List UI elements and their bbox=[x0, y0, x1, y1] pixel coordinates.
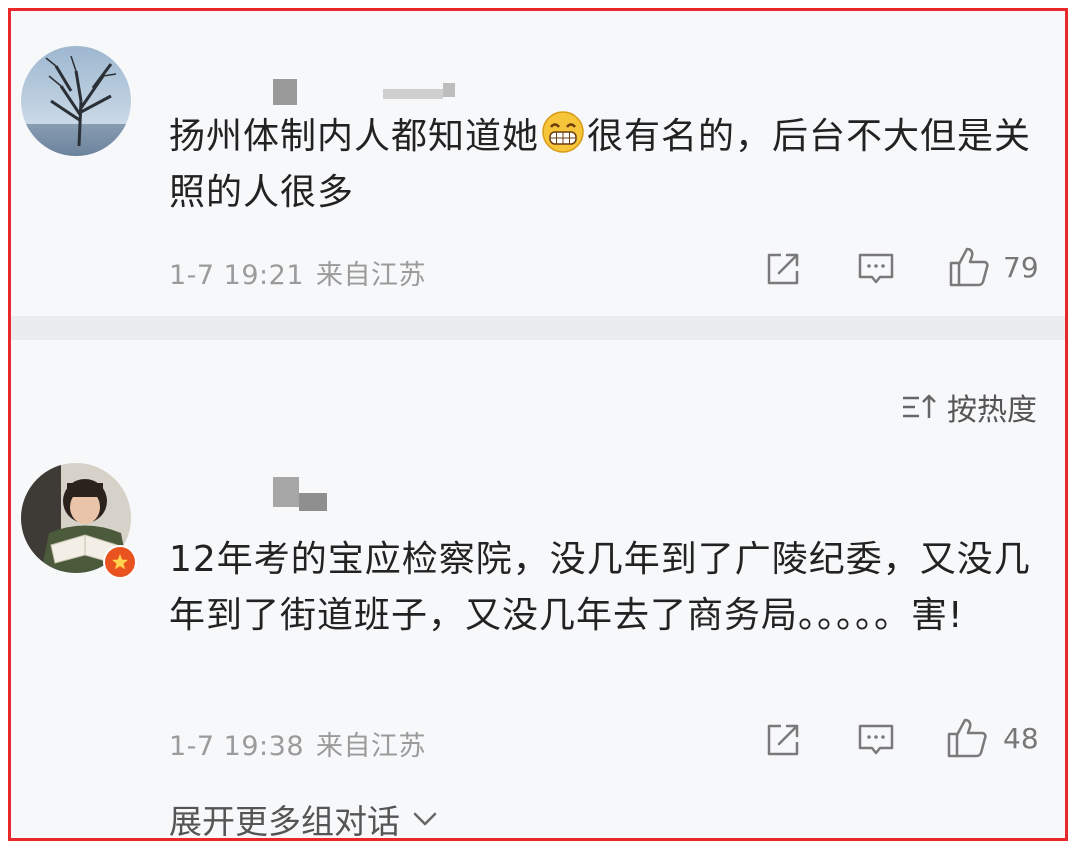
highlight-frame: 扬州体制内人都知道她 很有名的，后台不大但是关照的人很多 1-7 19:21 来自… bbox=[8, 8, 1068, 841]
username-redacted bbox=[273, 79, 473, 105]
comment-text: 12年考的宝应检察院，没几年到了广陵纪委，又没几年到了街道班子，又没几年去了商务… bbox=[169, 539, 1031, 636]
comment-card-2: 按热度 12年考的宝应检察院，没几年到了广陵纪委，又没几年到了街道班子，又没几年… bbox=[11, 340, 1065, 841]
expand-label: 展开更多组对话 bbox=[169, 802, 400, 841]
like-count: 79 bbox=[1003, 251, 1039, 284]
sort-toggle[interactable]: 按热度 bbox=[901, 385, 1037, 429]
comment-meta: 1-7 19:21 来自江苏 bbox=[169, 253, 426, 292]
avatar-tree-image bbox=[21, 46, 131, 156]
share-icon[interactable] bbox=[763, 249, 803, 289]
comment-icon[interactable] bbox=[856, 249, 896, 289]
section-divider bbox=[11, 316, 1065, 340]
comment-icon[interactable] bbox=[856, 720, 896, 760]
comment-date: 1-7 19:38 bbox=[169, 731, 304, 762]
grin-emoji-icon bbox=[542, 111, 584, 153]
like-icon[interactable] bbox=[945, 716, 989, 760]
username-redacted bbox=[273, 477, 393, 511]
avatar[interactable] bbox=[21, 46, 131, 156]
comment-location: 来自江苏 bbox=[316, 260, 426, 291]
comment-location: 来自江苏 bbox=[316, 731, 426, 762]
sort-icon bbox=[903, 394, 936, 418]
verified-badge bbox=[103, 545, 137, 579]
sort-label: 按热度 bbox=[947, 393, 1037, 428]
comment-meta: 1-7 19:38 来自江苏 bbox=[169, 724, 426, 763]
star-icon bbox=[112, 554, 128, 570]
share-icon[interactable] bbox=[763, 720, 803, 760]
expand-more-button[interactable]: 展开更多组对话 bbox=[169, 795, 438, 841]
chevron-down-icon bbox=[413, 812, 437, 826]
like-icon[interactable] bbox=[947, 245, 991, 289]
comment-date: 1-7 19:21 bbox=[169, 260, 304, 291]
comment-card-1: 扬州体制内人都知道她 很有名的，后台不大但是关照的人很多 1-7 19:21 来自… bbox=[11, 11, 1065, 316]
like-count: 48 bbox=[1003, 722, 1039, 755]
comment-text: 扬州体制内人都知道她 很有名的，后台不大但是关照的人很多 bbox=[169, 109, 1049, 221]
